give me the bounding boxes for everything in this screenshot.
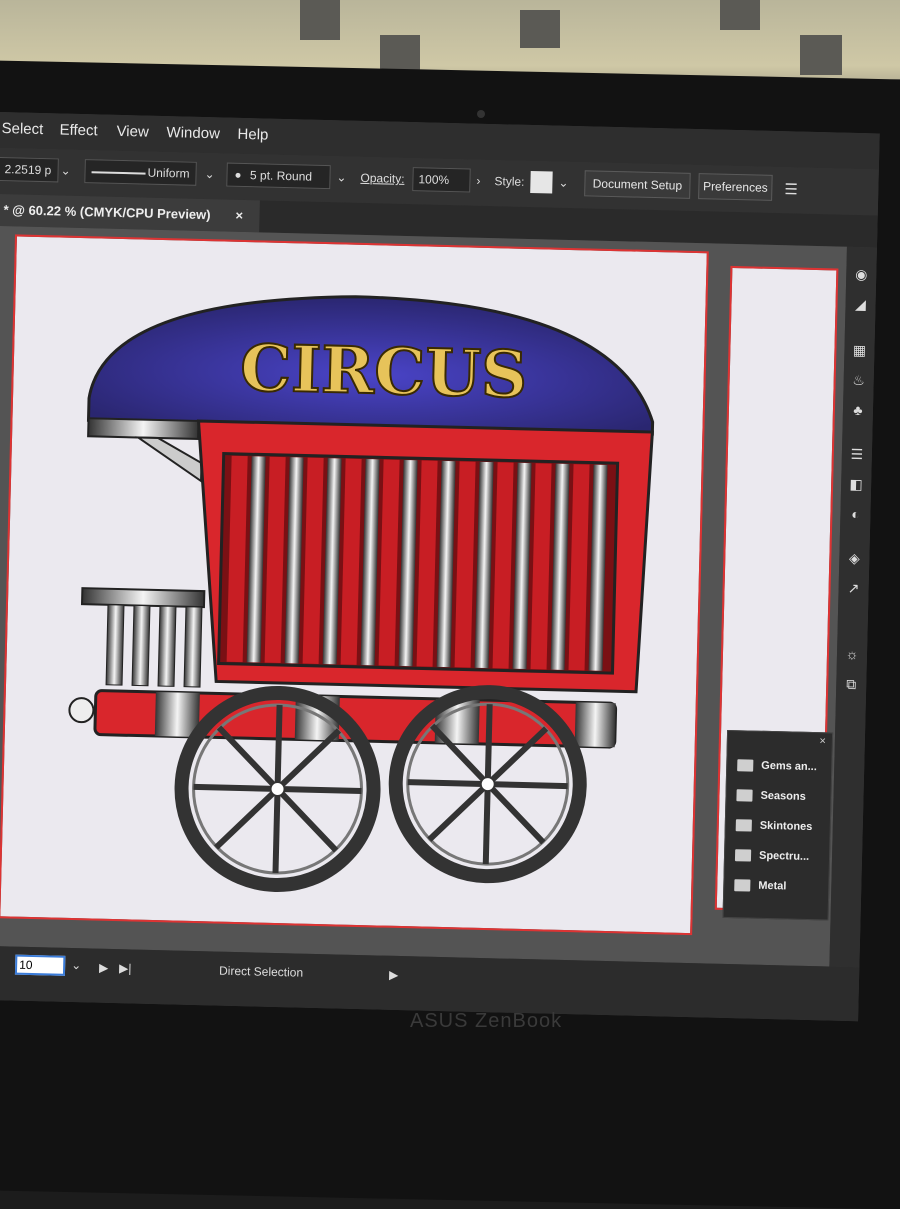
style-label: Style: [494,174,525,189]
brush-label: 5 pt. Round [249,168,313,184]
chevron-down-icon[interactable]: ⌄ [60,163,70,177]
webcam [477,110,485,118]
menu-effect[interactable]: Effect [59,121,97,139]
stroke-icon[interactable]: ☰ [849,446,865,462]
folder-icon [737,759,754,772]
stroke-line-preview [91,171,146,175]
circus-wagon-artwork: CIRCUS [68,295,655,892]
swatch-folder[interactable]: Seasons [736,785,806,807]
chevron-down-icon[interactable]: ⌄ [71,958,81,972]
folder-icon [734,849,752,862]
gradient-icon[interactable]: ◧ [848,476,864,492]
front-rail [80,587,206,609]
menu-help[interactable]: Help [237,126,268,144]
canvas-area[interactable]: CIRCUS [0,225,847,967]
color-guide-icon[interactable]: ◢ [852,296,868,312]
front-wheel [388,685,587,884]
document-tab-title: * @ 60.22 % (CMYK/CPU Preview) [3,202,211,223]
status-menu-icon[interactable]: ▶ [389,968,399,982]
page-field[interactable]: 10 [14,954,66,976]
swatch-folder-label: Metal [758,879,787,893]
hitch-knob [68,697,95,724]
next-page-icon[interactable]: ▶ [99,961,109,975]
brush-select[interactable]: 5 pt. Round [226,162,331,190]
artboard[interactable]: CIRCUS [0,234,709,936]
arrange-icon[interactable]: ☰ [784,180,798,198]
circus-sign-text: CIRCUS [239,331,528,413]
close-icon[interactable]: × [819,735,826,747]
rear-wheel [174,685,381,892]
swatch-folder-label: Skintones [759,819,813,834]
menu-view[interactable]: View [116,123,149,141]
chevron-right-icon[interactable]: › [476,174,480,188]
opacity-field[interactable]: 100% [412,167,471,193]
swatch-libraries-panel: × Gems an... Seasons Skintones Spectru..… [722,729,834,921]
swatch-folder[interactable]: Skintones [735,815,813,837]
chevron-down-icon[interactable]: ⌄ [204,167,214,181]
stroke-profile-label: Uniform [147,165,190,181]
roof-ledge [87,417,200,440]
swatch-folder-label: Seasons [760,789,806,803]
close-icon[interactable]: × [235,200,243,232]
opacity-label[interactable]: Opacity: [360,171,404,186]
stroke-profile-select[interactable]: Uniform [84,159,197,186]
symbols-icon[interactable]: ♣ [850,402,866,418]
color-palette-icon[interactable]: ◉ [853,266,869,282]
folder-icon [734,879,751,892]
laptop-brand-label: ASUS ZenBook [410,1010,563,1032]
document-setup-button[interactable]: Document Setup [584,170,691,199]
swatch-folder[interactable]: Gems an... [737,755,817,777]
last-page-icon[interactable]: ▶| [119,961,132,975]
brushes-icon[interactable]: ♨ [851,372,867,388]
swatch-folder[interactable]: Metal [734,875,787,896]
preferences-button[interactable]: Preferences [698,173,773,201]
folder-icon [736,789,753,802]
swatch-folder-label: Gems an... [761,759,818,774]
artboards-icon[interactable]: ⧉ [843,676,859,692]
chevron-down-icon[interactable]: ⌄ [336,170,346,184]
swatches-icon[interactable]: ▦ [851,342,867,358]
transparency-icon[interactable]: ◐ [847,506,863,522]
chevron-down-icon[interactable]: ⌄ [558,176,568,190]
front-balusters [105,604,203,688]
stroke-weight-field[interactable]: 2.2519 p [0,156,59,183]
swatch-folder[interactable]: Spectru... [734,845,810,867]
brush-dot-icon [235,172,241,178]
current-tool-label: Direct Selection [218,963,304,980]
roof-bracket [134,436,203,483]
folder-icon [735,819,752,832]
menu-window[interactable]: Window [166,124,220,142]
swatch-folder-label: Spectru... [758,849,810,863]
appearance-icon[interactable]: ☼ [844,646,860,662]
export-icon[interactable]: ↗ [845,580,861,596]
layers-icon[interactable]: ◈ [846,550,862,566]
style-swatch[interactable] [530,170,553,194]
illustrator-window: Select Effect View Window Help 2.2519 p … [0,112,880,1022]
menu-select[interactable]: Select [1,120,43,138]
